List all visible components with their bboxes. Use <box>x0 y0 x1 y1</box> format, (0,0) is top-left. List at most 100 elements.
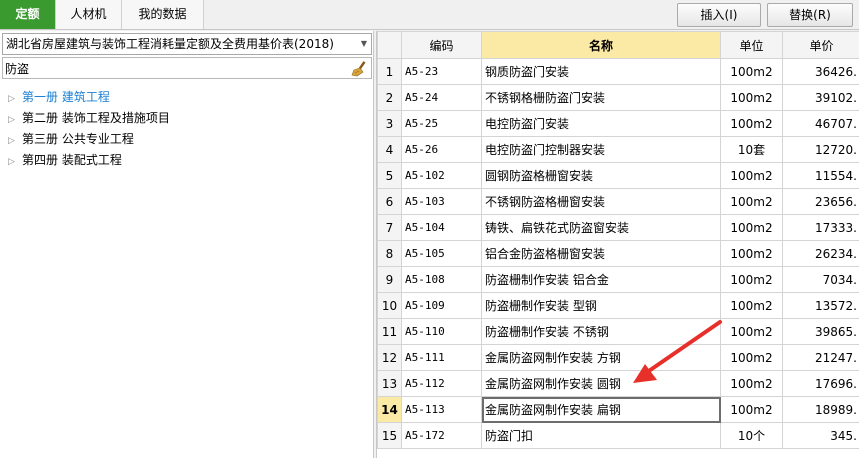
unit-cell[interactable]: 100m2 <box>720 370 783 397</box>
code-cell[interactable]: A5-172 <box>401 422 482 449</box>
price-cell[interactable]: 21247. <box>782 344 859 371</box>
table-row[interactable]: 7 A5-104 铸铁、扁铁花式防盗窗安装 100m2 17333. <box>377 214 859 241</box>
price-cell[interactable]: 39102. <box>782 84 859 111</box>
row-index-cell[interactable]: 9 <box>377 266 402 293</box>
name-cell[interactable]: 防盗栅制作安装 不锈钢 <box>481 318 721 345</box>
name-cell[interactable]: 铝合金防盗格栅窗安装 <box>481 240 721 267</box>
code-cell[interactable]: A5-103 <box>401 188 482 215</box>
header-name[interactable]: 名称 <box>481 31 721 59</box>
code-cell[interactable]: A5-23 <box>401 58 482 85</box>
price-cell[interactable]: 17696. <box>782 370 859 397</box>
code-cell[interactable]: A5-108 <box>401 266 482 293</box>
row-index-cell[interactable]: 7 <box>377 214 402 241</box>
table-row[interactable]: 6 A5-103 不锈钢防盗格栅窗安装 100m2 23656. <box>377 188 859 215</box>
row-index-cell[interactable]: 5 <box>377 162 402 189</box>
row-index-cell[interactable]: 4 <box>377 136 402 163</box>
table-row[interactable]: 12 A5-111 金属防盗网制作安装 方钢 100m2 21247. <box>377 344 859 371</box>
code-cell[interactable]: A5-109 <box>401 292 482 319</box>
table-row[interactable]: 9 A5-108 防盗栅制作安装 铝合金 100m2 7034. <box>377 266 859 293</box>
unit-cell[interactable]: 100m2 <box>720 292 783 319</box>
tree-item-volume-2[interactable]: ▷ 第二册 装饰工程及措施项目 <box>8 108 170 129</box>
name-cell[interactable]: 防盗栅制作安装 铝合金 <box>481 266 721 293</box>
name-cell[interactable]: 电控防盗门控制器安装 <box>481 136 721 163</box>
table-row[interactable]: 15 A5-172 防盗门扣 10个 345. <box>377 422 859 449</box>
tree-item-volume-1[interactable]: ▷ 第一册 建筑工程 <box>8 87 170 108</box>
price-cell[interactable]: 18989. <box>782 396 859 423</box>
price-cell[interactable]: 12720. <box>782 136 859 163</box>
name-cell[interactable]: 圆钢防盗格栅窗安装 <box>481 162 721 189</box>
name-cell[interactable]: 不锈钢防盗格栅窗安装 <box>481 188 721 215</box>
row-index-cell[interactable]: 13 <box>377 370 402 397</box>
price-cell[interactable]: 36426. <box>782 58 859 85</box>
row-index-cell[interactable]: 10 <box>377 292 402 319</box>
tree-item-volume-3[interactable]: ▷ 第三册 公共专业工程 <box>8 129 170 150</box>
unit-cell[interactable]: 100m2 <box>720 266 783 293</box>
row-index-cell[interactable]: 14 <box>377 396 402 423</box>
code-cell[interactable]: A5-105 <box>401 240 482 267</box>
table-row[interactable]: 8 A5-105 铝合金防盗格栅窗安装 100m2 26234. <box>377 240 859 267</box>
unit-cell[interactable]: 100m2 <box>720 110 783 137</box>
tab-labor-materials[interactable]: 人材机 <box>56 0 122 29</box>
header-code[interactable]: 编码 <box>401 31 482 59</box>
name-cell[interactable]: 铸铁、扁铁花式防盗窗安装 <box>481 214 721 241</box>
table-row[interactable]: 13 A5-112 金属防盗网制作安装 圆钢 100m2 17696. <box>377 370 859 397</box>
header-unit[interactable]: 单位 <box>720 31 783 59</box>
name-cell[interactable]: 金属防盗网制作安装 方钢 <box>481 344 721 371</box>
code-cell[interactable]: A5-24 <box>401 84 482 111</box>
table-row[interactable]: 14 A5-113 金属防盗网制作安装 扁钢 100m2 18989. <box>377 396 859 423</box>
row-index-cell[interactable]: 2 <box>377 84 402 111</box>
expand-triangle-icon[interactable]: ▷ <box>8 131 22 152</box>
table-row[interactable]: 5 A5-102 圆钢防盗格栅窗安装 100m2 11554. <box>377 162 859 189</box>
insert-button[interactable]: 插入(I) <box>677 3 761 27</box>
expand-triangle-icon[interactable]: ▷ <box>8 152 22 173</box>
tree-item-volume-4[interactable]: ▷ 第四册 装配式工程 <box>8 150 170 171</box>
code-cell[interactable]: A5-26 <box>401 136 482 163</box>
price-cell[interactable]: 7034. <box>782 266 859 293</box>
header-price[interactable]: 单价 <box>782 31 859 59</box>
price-cell[interactable]: 13572. <box>782 292 859 319</box>
broom-clear-icon[interactable] <box>351 60 368 77</box>
code-cell[interactable]: A5-112 <box>401 370 482 397</box>
row-index-cell[interactable]: 15 <box>377 422 402 449</box>
price-cell[interactable]: 345. <box>782 422 859 449</box>
code-cell[interactable]: A5-104 <box>401 214 482 241</box>
unit-cell[interactable]: 100m2 <box>720 162 783 189</box>
unit-cell[interactable]: 10套 <box>720 136 783 163</box>
expand-triangle-icon[interactable]: ▷ <box>8 89 22 110</box>
name-cell[interactable]: 防盗门扣 <box>481 422 721 449</box>
unit-cell[interactable]: 100m2 <box>720 58 783 85</box>
row-index-cell[interactable]: 8 <box>377 240 402 267</box>
name-cell[interactable]: 金属防盗网制作安装 圆钢 <box>481 370 721 397</box>
price-cell[interactable]: 26234. <box>782 240 859 267</box>
name-cell[interactable]: 电控防盗门安装 <box>481 110 721 137</box>
library-select[interactable]: 湖北省房屋建筑与装饰工程消耗量定额及全费用基价表(2018) ▼ <box>2 33 372 55</box>
table-row[interactable]: 4 A5-26 电控防盗门控制器安装 10套 12720. <box>377 136 859 163</box>
unit-cell[interactable]: 10个 <box>720 422 783 449</box>
table-row[interactable]: 3 A5-25 电控防盗门安装 100m2 46707. <box>377 110 859 137</box>
price-cell[interactable]: 11554. <box>782 162 859 189</box>
row-index-cell[interactable]: 11 <box>377 318 402 345</box>
table-row[interactable]: 11 A5-110 防盗栅制作安装 不锈钢 100m2 39865. <box>377 318 859 345</box>
tab-my-data[interactable]: 我的数据 <box>122 0 204 29</box>
row-index-cell[interactable]: 3 <box>377 110 402 137</box>
code-cell[interactable]: A5-113 <box>401 396 482 423</box>
code-cell[interactable]: A5-102 <box>401 162 482 189</box>
name-cell[interactable]: 防盗栅制作安装 型钢 <box>481 292 721 319</box>
search-input[interactable] <box>5 59 335 77</box>
price-cell[interactable]: 39865. <box>782 318 859 345</box>
row-index-cell[interactable]: 6 <box>377 188 402 215</box>
unit-cell[interactable]: 100m2 <box>720 240 783 267</box>
name-cell[interactable]: 钢质防盗门安装 <box>481 58 721 85</box>
unit-cell[interactable]: 100m2 <box>720 188 783 215</box>
unit-cell[interactable]: 100m2 <box>720 214 783 241</box>
price-cell[interactable]: 46707. <box>782 110 859 137</box>
code-cell[interactable]: A5-110 <box>401 318 482 345</box>
expand-triangle-icon[interactable]: ▷ <box>8 110 22 131</box>
replace-button[interactable]: 替换(R) <box>767 3 853 27</box>
price-cell[interactable]: 23656. <box>782 188 859 215</box>
table-row[interactable]: 10 A5-109 防盗栅制作安装 型钢 100m2 13572. <box>377 292 859 319</box>
row-index-cell[interactable]: 12 <box>377 344 402 371</box>
name-cell[interactable]: 不锈钢格栅防盗门安装 <box>481 84 721 111</box>
price-cell[interactable]: 17333. <box>782 214 859 241</box>
unit-cell[interactable]: 100m2 <box>720 318 783 345</box>
